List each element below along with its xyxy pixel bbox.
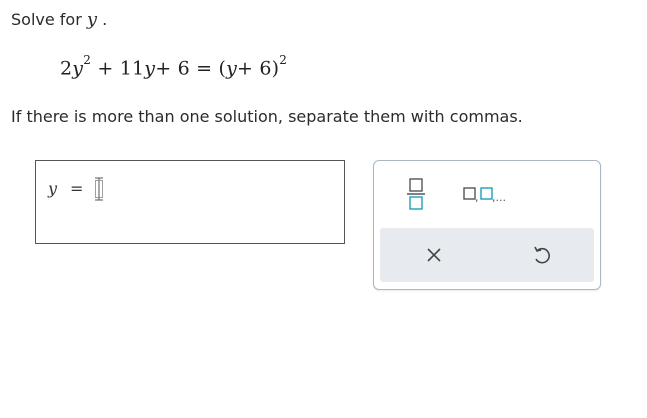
eq-rhs-tail: + 6) bbox=[237, 57, 280, 80]
eq-rhs-exp: 2 bbox=[279, 53, 288, 67]
equation: 2y2 + 11y+ 6 = (y+ 6)2 bbox=[60, 53, 288, 80]
answer-input-slot[interactable] bbox=[93, 177, 105, 201]
eq-lhs-var: y bbox=[72, 57, 84, 80]
answer-variable: y bbox=[48, 179, 58, 198]
eq-rhs-var: y bbox=[226, 57, 238, 80]
fraction-icon[interactable] bbox=[404, 177, 428, 211]
eq-middle: + 11 bbox=[97, 57, 145, 80]
eq-plus-six: + 6 = ( bbox=[155, 57, 227, 80]
list-suffix: ,... bbox=[492, 191, 506, 204]
instruction-text: If there is more than one solution, sepa… bbox=[11, 107, 523, 126]
math-palette: , ,... bbox=[373, 160, 601, 290]
question-prompt: Solve for y . bbox=[11, 9, 107, 30]
palette-footer bbox=[380, 228, 594, 282]
list-commas-icon[interactable]: , ,... bbox=[462, 179, 514, 209]
prompt-text: Solve for bbox=[11, 10, 82, 29]
answer-input-box[interactable]: y = bbox=[35, 160, 345, 244]
prompt-variable: y bbox=[86, 9, 98, 30]
undo-icon[interactable] bbox=[528, 242, 556, 268]
prompt-period: . bbox=[102, 10, 108, 29]
eq-lhs-exp: 2 bbox=[83, 53, 92, 67]
svg-text:,: , bbox=[475, 191, 479, 204]
answer-equals: = bbox=[70, 179, 84, 198]
eq-middle-var: y bbox=[144, 57, 156, 80]
eq-lhs-coeff: 2 bbox=[60, 57, 73, 80]
clear-icon[interactable] bbox=[420, 242, 448, 268]
